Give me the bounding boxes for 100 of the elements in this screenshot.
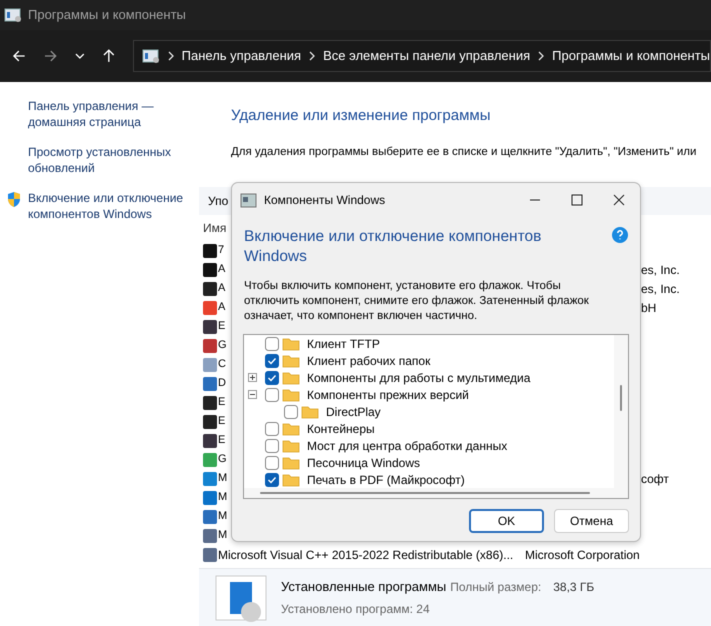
chevron-down-icon[interactable] <box>75 52 85 60</box>
program-name[interactable]: E <box>218 432 226 449</box>
app-icon <box>203 434 217 448</box>
control-panel-icon <box>4 7 22 23</box>
program-publisher: es, Inc. <box>641 280 680 298</box>
app-icon <box>203 300 217 314</box>
program-name[interactable]: E <box>218 394 226 411</box>
program-name[interactable]: M <box>218 527 228 544</box>
horizontal-scrollbar-thumb[interactable] <box>260 492 590 494</box>
program-name[interactable]: M <box>218 489 228 506</box>
folder-icon <box>301 404 319 418</box>
chevron-right-icon <box>309 51 316 61</box>
app-icon <box>203 320 217 334</box>
app-icon <box>203 490 217 504</box>
checkbox[interactable] <box>265 370 279 384</box>
program-name[interactable]: A <box>218 261 226 278</box>
dialog-title: Компоненты Windows <box>264 192 386 209</box>
breadcrumb-item[interactable]: Все элементы панели управления <box>323 46 530 66</box>
checkbox[interactable] <box>265 456 279 470</box>
feature-label[interactable]: Компоненты прежних версий <box>307 386 469 404</box>
sidebar-link[interactable]: Панель управления — домашняя страница <box>28 98 188 130</box>
expand-icon[interactable] <box>248 373 256 382</box>
program-name[interactable]: A <box>218 299 226 316</box>
size-value: 38,3 ГБ <box>553 578 594 596</box>
program-name[interactable]: E <box>218 318 226 335</box>
app-icon <box>203 528 217 542</box>
forward-icon[interactable] <box>44 49 58 63</box>
address-bar[interactable]: Панель управления Все элементы панели управления Программы и компоненты <box>132 40 711 72</box>
breadcrumb-item[interactable]: Панель управления <box>182 46 302 66</box>
program-name[interactable]: C <box>218 356 226 373</box>
feature-label[interactable]: Печать в PDF (Майкрософт) <box>307 470 465 488</box>
folder-icon <box>282 388 300 402</box>
breadcrumb-item[interactable]: Программы и компоненты <box>552 46 710 66</box>
page-title: Удаление или изменение программы <box>231 106 492 126</box>
details-title: Установленные программы <box>281 578 446 596</box>
program-name[interactable]: G <box>218 337 227 354</box>
chevron-right-icon <box>168 51 174 61</box>
feature-label[interactable]: Контейнеры <box>307 420 375 438</box>
folder-icon <box>282 370 300 384</box>
checkbox[interactable] <box>265 422 279 436</box>
size-label: Полный размер: <box>450 578 542 596</box>
back-icon[interactable] <box>12 49 26 63</box>
program-publisher: bH <box>641 300 656 316</box>
program-name[interactable]: A <box>218 280 226 297</box>
ok-button[interactable]: OK <box>469 509 544 533</box>
feature-label[interactable]: DirectPlay <box>326 402 381 420</box>
folder-icon <box>282 336 300 350</box>
app-icon <box>203 282 217 296</box>
dialog-description: Чтобы включить компонент, установите его флажок. Чтобы отключить компонент, снимите его флажок. Затененный флажок означает, что компонент включен частично. <box>244 279 590 324</box>
app-icon <box>203 338 217 352</box>
app-icon <box>203 262 217 276</box>
toolbar-button[interactable]: Упо <box>208 192 228 210</box>
program-publisher: Microsoft Corporation <box>525 546 640 564</box>
folder-icon <box>282 354 300 368</box>
app-icon <box>203 376 217 390</box>
close-icon[interactable] <box>613 194 625 206</box>
app-icon <box>203 414 217 428</box>
checkbox[interactable] <box>265 438 279 452</box>
folder-icon <box>282 422 300 436</box>
program-name[interactable]: 7 <box>218 242 224 259</box>
program-name[interactable]: D <box>218 375 226 392</box>
scrollbar-thumb[interactable] <box>620 385 622 411</box>
checkbox[interactable] <box>265 354 279 368</box>
chevron-right-icon <box>538 51 544 61</box>
app-icon <box>203 396 217 410</box>
control-panel-icon <box>142 48 160 64</box>
program-count: Установлено программ: 24 <box>281 601 431 618</box>
feature-label[interactable]: Песочница Windows <box>307 454 420 472</box>
up-icon[interactable] <box>102 49 115 63</box>
program-name[interactable]: Microsoft Visual C++ 2015-2022 Redistributable (x86)... <box>218 546 514 564</box>
app-icon <box>203 244 217 258</box>
program-name[interactable]: M <box>218 470 228 487</box>
programs-icon <box>215 574 267 622</box>
cancel-button[interactable]: Отмена <box>554 509 629 533</box>
column-header[interactable]: Имя <box>203 219 226 237</box>
window-title: Программы и компоненты <box>28 6 186 24</box>
checkbox[interactable] <box>265 388 279 402</box>
collapse-icon[interactable] <box>248 390 256 399</box>
app-icon <box>203 358 217 372</box>
sidebar-link[interactable]: Просмотр установленных обновлений <box>28 144 188 176</box>
checkbox[interactable] <box>265 336 279 350</box>
shield-icon <box>6 191 22 208</box>
sidebar-link[interactable]: Включение или отключение компонентов Windows <box>28 190 188 222</box>
help-icon[interactable] <box>612 227 628 243</box>
checkbox[interactable] <box>284 404 298 418</box>
folder-icon <box>282 438 300 452</box>
program-name[interactable]: E <box>218 413 226 430</box>
checkbox[interactable] <box>265 472 279 486</box>
program-name[interactable]: M <box>218 508 228 525</box>
program-name[interactable]: G <box>218 451 227 468</box>
feature-label[interactable]: Мост для центра обработки данных <box>307 436 508 454</box>
app-icon <box>203 472 217 486</box>
feature-label[interactable]: Клиент TFTP <box>307 335 380 352</box>
dialog-heading: Включение или отключение компонентов Windows <box>244 227 542 267</box>
program-publisher: es, Inc. <box>641 262 680 278</box>
feature-label[interactable]: Компоненты для работы с мультимедиа <box>307 368 530 386</box>
maximize-icon[interactable] <box>571 194 583 206</box>
feature-label[interactable]: Клиент рабочих папок <box>307 352 430 370</box>
folder-icon <box>282 456 300 470</box>
app-icon <box>203 548 217 562</box>
